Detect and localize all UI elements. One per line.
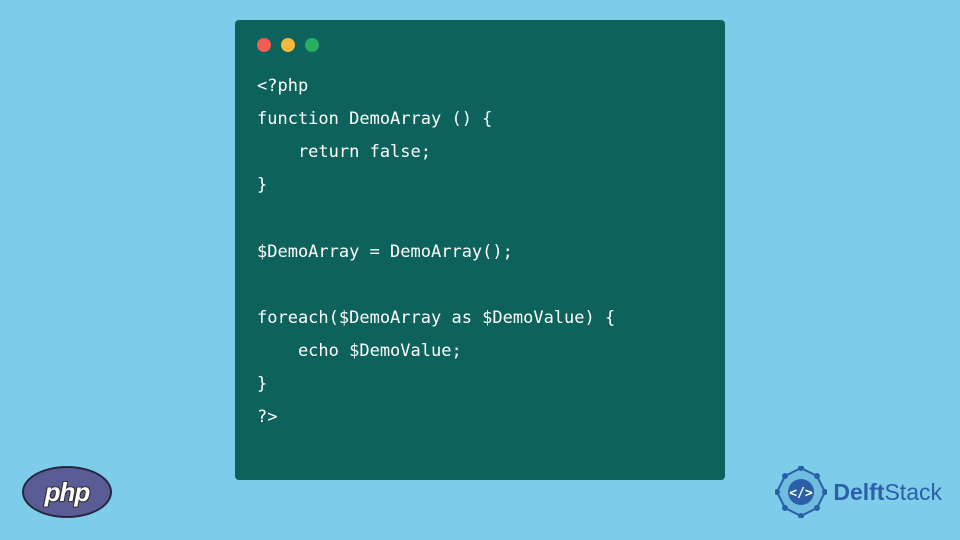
delftstack-icon: </> — [775, 466, 827, 518]
code-line: return false; — [257, 142, 431, 162]
code-content: <?php function DemoArray () { return fal… — [257, 70, 703, 435]
code-line: <?php — [257, 76, 308, 96]
maximize-icon — [305, 38, 319, 52]
code-line: echo $DemoValue; — [257, 341, 462, 361]
delftstack-logo: </> DelftStack — [775, 466, 942, 518]
code-line: function DemoArray () { — [257, 109, 492, 129]
code-line: $DemoArray = DemoArray(); — [257, 242, 513, 262]
delft-bold: Delft — [833, 479, 884, 505]
svg-text:</>: </> — [790, 486, 814, 501]
code-window: <?php function DemoArray () { return fal… — [235, 20, 725, 480]
code-line: ?> — [257, 407, 277, 427]
minimize-icon — [281, 38, 295, 52]
code-line: } — [257, 175, 267, 195]
delft-rest: Stack — [884, 479, 942, 505]
code-line: } — [257, 374, 267, 394]
code-line: foreach($DemoArray as $DemoValue) { — [257, 308, 615, 328]
php-logo-text: php — [45, 477, 90, 508]
php-logo: php — [22, 466, 112, 518]
close-icon — [257, 38, 271, 52]
delftstack-text: DelftStack — [833, 479, 942, 506]
window-controls — [257, 38, 703, 52]
